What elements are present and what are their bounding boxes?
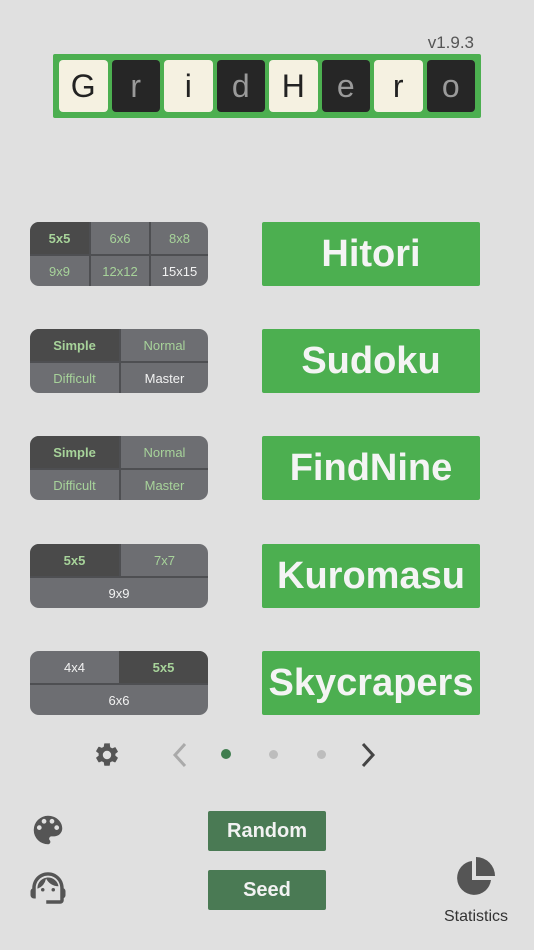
option-normal[interactable]: Normal — [119, 329, 208, 361]
logo-letter: i — [164, 60, 213, 112]
random-button[interactable]: Random — [208, 811, 326, 851]
logo-letter: d — [216, 60, 265, 112]
game-row-sudoku: Simple Normal Difficult Master Sudoku — [0, 329, 534, 393]
page-dot — [317, 750, 326, 759]
logo-letter: e — [321, 60, 370, 112]
page-dot-active — [221, 749, 231, 759]
skycrapers-size-selector: 4x4 5x5 6x6 — [30, 651, 208, 715]
pager — [0, 735, 534, 775]
option-normal[interactable]: Normal — [119, 436, 208, 468]
logo-letter: H — [269, 60, 318, 112]
game-row-hitori: 5x5 6x6 8x8 9x9 12x12 15x15 Hitori — [0, 222, 534, 286]
game-row-findnine: Simple Normal Difficult Master FindNine — [0, 436, 534, 500]
option-5x5[interactable]: 5x5 — [30, 544, 119, 576]
option-12x12[interactable]: 12x12 — [89, 254, 149, 286]
hitori-button[interactable]: Hitori — [262, 222, 480, 286]
option-9x9[interactable]: 9x9 — [30, 576, 208, 608]
option-difficult[interactable]: Difficult — [30, 361, 119, 393]
option-9x9[interactable]: 9x9 — [30, 254, 89, 286]
option-5x5[interactable]: 5x5 — [30, 222, 89, 254]
page-dot — [269, 750, 278, 759]
chevron-left-icon[interactable] — [168, 740, 192, 770]
logo-letter: o — [426, 60, 475, 112]
logo-letter: r — [111, 60, 160, 112]
option-master[interactable]: Master — [119, 468, 208, 500]
option-6x6[interactable]: 6x6 — [89, 222, 149, 254]
option-simple[interactable]: Simple — [30, 329, 119, 361]
skycrapers-button[interactable]: Skycrapers — [262, 651, 480, 715]
hitori-size-selector: 5x5 6x6 8x8 9x9 12x12 15x15 — [30, 222, 208, 286]
pie-chart-icon[interactable] — [452, 856, 496, 900]
kuromasu-button[interactable]: Kuromasu — [262, 544, 480, 608]
chevron-right-icon[interactable] — [356, 740, 380, 770]
option-5x5[interactable]: 5x5 — [119, 651, 208, 683]
statistics-label[interactable]: Statistics — [436, 908, 516, 926]
option-7x7[interactable]: 7x7 — [119, 544, 208, 576]
option-master[interactable]: Master — [119, 361, 208, 393]
logo-letter: r — [374, 60, 423, 112]
logo-letter: G — [59, 60, 108, 112]
game-row-kuromasu: 5x5 7x7 9x9 Kuromasu — [0, 544, 534, 608]
app-logo: G r i d H e r o — [53, 54, 481, 118]
seed-button[interactable]: Seed — [208, 870, 326, 910]
palette-icon[interactable] — [28, 810, 68, 850]
findnine-difficulty-selector: Simple Normal Difficult Master — [30, 436, 208, 500]
kuromasu-size-selector: 5x5 7x7 9x9 — [30, 544, 208, 608]
option-4x4[interactable]: 4x4 — [30, 651, 119, 683]
sudoku-difficulty-selector: Simple Normal Difficult Master — [30, 329, 208, 393]
option-15x15[interactable]: 15x15 — [149, 254, 208, 286]
option-simple[interactable]: Simple — [30, 436, 119, 468]
support-agent-icon[interactable] — [26, 866, 70, 910]
option-6x6[interactable]: 6x6 — [30, 683, 208, 715]
sudoku-button[interactable]: Sudoku — [262, 329, 480, 393]
option-difficult[interactable]: Difficult — [30, 468, 119, 500]
game-row-skycrapers: 4x4 5x5 6x6 Skycrapers — [0, 651, 534, 715]
option-8x8[interactable]: 8x8 — [149, 222, 208, 254]
findnine-button[interactable]: FindNine — [262, 436, 480, 500]
gear-icon[interactable] — [92, 740, 122, 770]
version-label: v1.9.3 — [427, 33, 474, 52]
